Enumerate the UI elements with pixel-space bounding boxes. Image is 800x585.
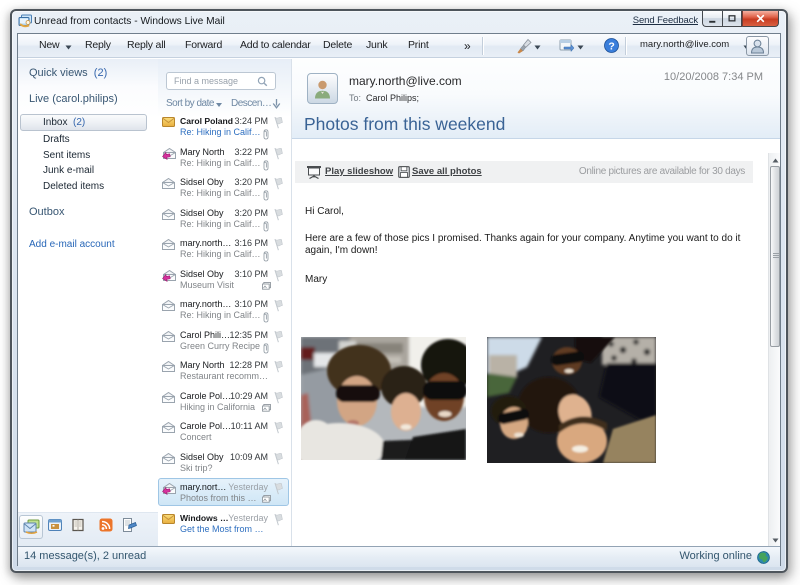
svg-text:?: ? bbox=[608, 40, 614, 52]
